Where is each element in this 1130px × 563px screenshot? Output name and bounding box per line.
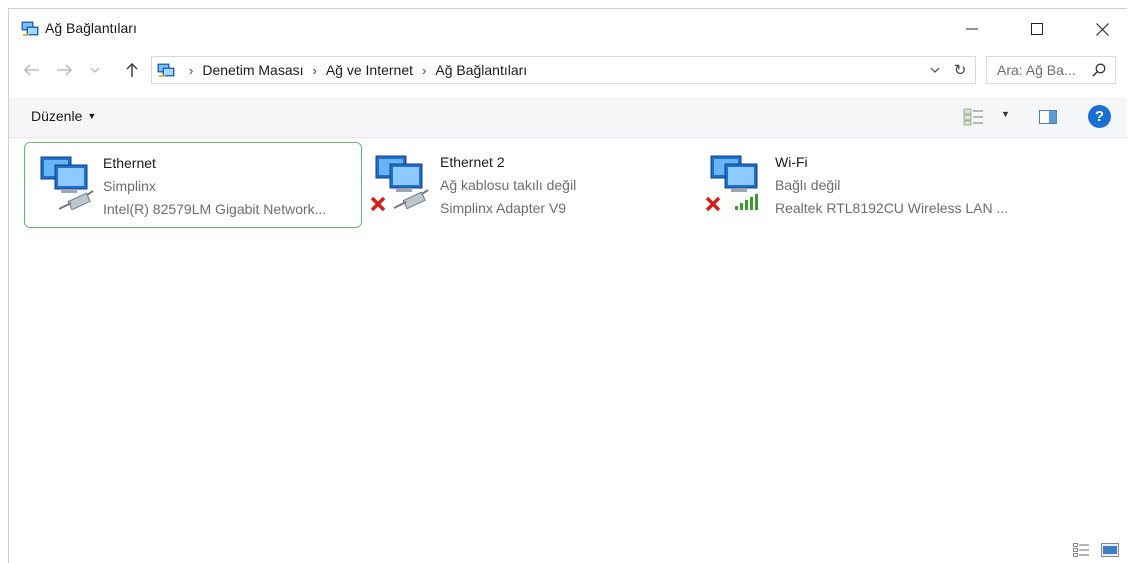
back-button[interactable] xyxy=(21,59,43,81)
search-input[interactable]: Ara: Ağ Ba... xyxy=(986,56,1116,84)
ethernet-cable-icon xyxy=(58,190,94,211)
change-view-icon[interactable] xyxy=(963,108,985,126)
large-icons-view-icon[interactable] xyxy=(1101,543,1119,557)
breadcrumb-separator[interactable]: › xyxy=(313,63,317,78)
network-adapter-wifi[interactable]: Wi-Fi Bağlı değil Realtek RTL8192CU Wire… xyxy=(699,142,1019,228)
minimize-icon xyxy=(966,28,978,30)
preview-pane-icon[interactable] xyxy=(1039,110,1057,124)
caret-down-icon: ▼ xyxy=(87,111,97,121)
network-connections-icon xyxy=(157,63,175,77)
close-icon xyxy=(1095,22,1109,36)
network-connections-icon xyxy=(21,21,39,36)
forward-button[interactable] xyxy=(53,59,75,81)
network-adapter-ethernet-2[interactable]: Ethernet 2 Ağ kablosu takılı değil Simpl… xyxy=(364,142,684,228)
network-connections-window: Ağ Bağlantıları › Denetim Masası › Ağ ve… xyxy=(8,8,1127,563)
adapter-device: Simplinx Adapter V9 xyxy=(440,200,567,216)
adapter-name: Ethernet 2 xyxy=(440,154,505,170)
network-adapter-icon xyxy=(40,156,94,211)
refresh-button[interactable]: ↻ xyxy=(950,61,970,79)
adapter-device: Realtek RTL8192CU Wireless LAN ... xyxy=(775,200,1009,216)
error-x-icon xyxy=(705,196,721,212)
breadcrumb-separator[interactable]: › xyxy=(189,63,193,78)
details-view-icon[interactable] xyxy=(1073,543,1089,557)
navigation-bar: › Denetim Masası › Ağ ve Internet › Ağ B… xyxy=(9,53,1127,87)
adapter-status: Simplinx xyxy=(103,178,156,194)
adapter-status: Bağlı değil xyxy=(775,177,841,193)
breadcrumb-network-internet[interactable]: Ağ ve Internet xyxy=(326,62,413,78)
search-icon xyxy=(1092,63,1106,77)
minimize-button[interactable] xyxy=(949,9,995,49)
help-icon[interactable]: ? xyxy=(1088,105,1111,128)
command-bar: Düzenle ▼ ▼ ? xyxy=(9,97,1127,138)
view-options-dropdown[interactable]: ▼ xyxy=(1001,109,1010,119)
wifi-signal-icon xyxy=(735,194,758,210)
breadcrumb-control-panel[interactable]: Denetim Masası xyxy=(202,62,303,78)
address-history-button[interactable] xyxy=(927,62,943,78)
adapter-name: Ethernet xyxy=(103,155,156,171)
organize-button[interactable]: Düzenle ▼ xyxy=(31,108,96,124)
refresh-icon: ↻ xyxy=(953,62,967,79)
window-title: Ağ Bağlantıları xyxy=(45,20,137,36)
title-bar: Ağ Bağlantıları xyxy=(9,9,1127,49)
breadcrumb-network-connections[interactable]: Ağ Bağlantıları xyxy=(435,62,527,78)
adapter-device: Intel(R) 82579LM Gigabit Network... xyxy=(103,201,327,217)
organize-label: Düzenle xyxy=(31,108,83,124)
recent-locations-button[interactable] xyxy=(87,59,103,81)
maximize-button[interactable] xyxy=(1014,9,1060,49)
ethernet-cable-icon xyxy=(393,189,429,210)
network-adapter-icon xyxy=(370,155,429,212)
up-button[interactable] xyxy=(121,59,143,81)
up-arrow-icon xyxy=(126,63,138,77)
adapter-status: Ağ kablosu takılı değil xyxy=(440,177,577,193)
maximize-icon xyxy=(1031,23,1043,35)
breadcrumb-separator[interactable]: › xyxy=(422,63,426,78)
close-button[interactable] xyxy=(1079,9,1125,49)
back-arrow-icon xyxy=(24,64,39,76)
error-x-icon xyxy=(370,196,386,212)
address-bar[interactable]: › Denetim Masası › Ağ ve Internet › Ağ B… xyxy=(151,56,976,84)
search-placeholder: Ara: Ağ Ba... xyxy=(997,62,1076,78)
network-adapter-icon xyxy=(705,155,758,212)
chevron-down-icon xyxy=(90,67,100,73)
breadcrumb: › Denetim Masası › Ağ ve Internet › Ağ B… xyxy=(180,57,527,83)
network-adapter-ethernet[interactable]: Ethernet Simplinx Intel(R) 82579LM Gigab… xyxy=(24,142,362,228)
forward-arrow-icon xyxy=(57,64,72,76)
adapter-name: Wi-Fi xyxy=(775,154,808,170)
chevron-down-icon xyxy=(930,67,940,73)
